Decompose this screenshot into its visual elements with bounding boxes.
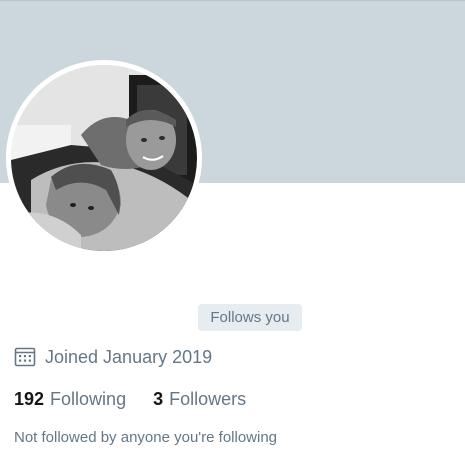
avatar-ring	[6, 60, 202, 256]
mutual-followers-text: Not followed by anyone you're following	[14, 429, 278, 446]
following-label: Following	[50, 388, 127, 409]
profile-header: Follows you Joined January 2019 192 Foll…	[0, 0, 465, 469]
follow-stats: 192 Following 3 Followers	[14, 386, 246, 412]
followers-label: Followers	[169, 388, 247, 409]
join-date-text: Joined January 2019	[45, 346, 213, 367]
following-count: 192	[14, 388, 45, 409]
followers-link[interactable]: 3 Followers	[153, 389, 246, 410]
avatar-photo	[11, 65, 197, 251]
avatar[interactable]	[11, 65, 197, 251]
calendar-icon	[14, 347, 36, 367]
follows-you-badge: Follows you	[198, 304, 302, 331]
following-link[interactable]: 192 Following	[14, 389, 126, 410]
followers-count: 3	[153, 388, 164, 409]
join-date: Joined January 2019	[14, 344, 212, 370]
